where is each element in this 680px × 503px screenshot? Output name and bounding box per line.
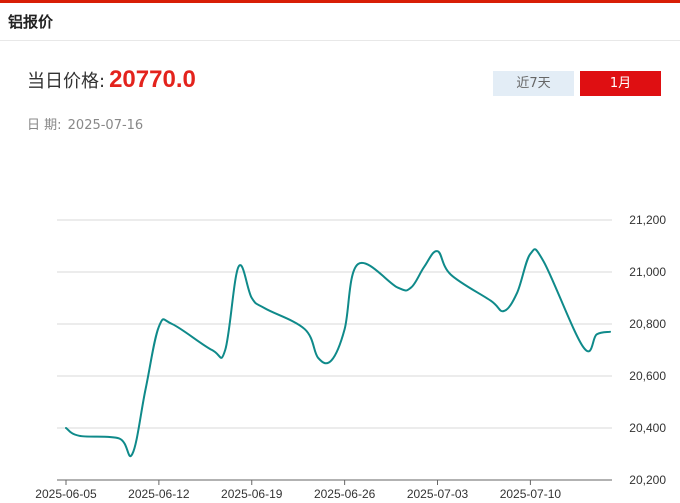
y-tick-label: 21,000 [629, 265, 666, 279]
y-axis-tick-labels: 20,200 20,400 20,600 20,800 21,000 21,200 [629, 213, 666, 487]
x-tick-label: 2025-07-10 [500, 487, 562, 501]
y-tick-label: 21,200 [629, 213, 666, 227]
x-axis-tick-labels: 2025-06-05 2025-06-12 2025-06-19 2025-06-26… [35, 480, 561, 501]
y-tick-label: 20,200 [629, 473, 666, 487]
x-tick-label: 2025-07-03 [407, 487, 469, 501]
price-series-line [65, 248, 611, 458]
price-line-chart: 20,200 20,400 20,600 20,800 21,000 21,200 202… [35, 213, 666, 501]
x-tick-label: 2025-06-12 [128, 487, 190, 501]
y-tick-label: 20,800 [629, 317, 666, 331]
x-tick-label: 2025-06-05 [35, 487, 97, 501]
y-tick-label: 20,600 [629, 369, 666, 383]
y-tick-label: 20,400 [629, 421, 666, 435]
x-tick-label: 2025-06-26 [314, 487, 376, 501]
x-tick-label: 2025-06-19 [221, 487, 283, 501]
